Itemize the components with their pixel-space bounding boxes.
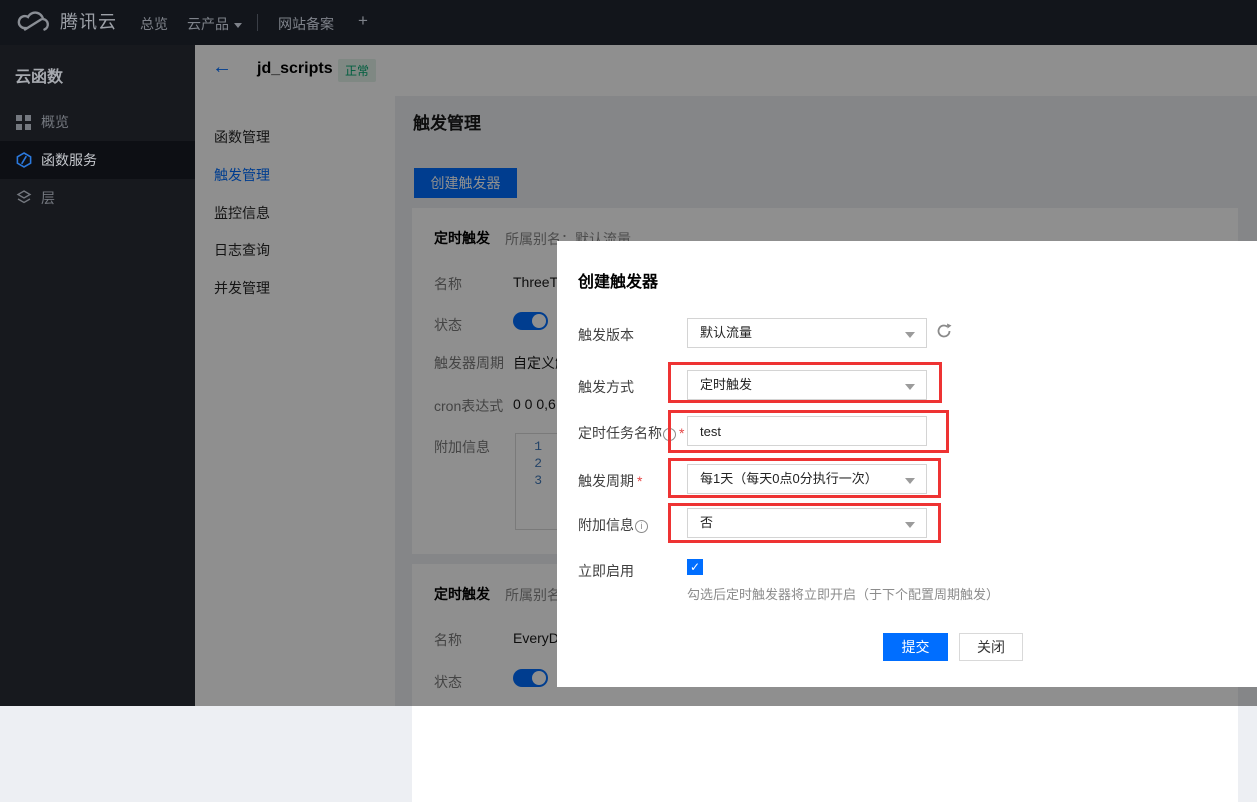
trigger-cycle-value: 每1天（每天0点0分执行一次） xyxy=(700,471,878,486)
required-asterisk: * xyxy=(679,425,684,441)
brand-text: 腾讯云 xyxy=(60,8,117,34)
nav-divider xyxy=(257,14,258,31)
sidebar-item-label: 概览 xyxy=(41,112,69,132)
chevron-down-icon xyxy=(234,23,242,28)
top-navbar: 腾讯云 总览 云产品 网站备案 + xyxy=(0,0,1257,45)
enable-now-checkbox[interactable]: ✓ xyxy=(687,559,703,575)
nav-item-overview[interactable]: 总览 xyxy=(140,14,168,34)
submit-button[interactable]: 提交 xyxy=(883,633,948,661)
modal-title: 创建触发器 xyxy=(578,268,658,292)
extra-info-value: 否 xyxy=(700,515,713,530)
trigger-version-value: 默认流量 xyxy=(700,325,752,340)
sidebar-item-overview[interactable]: 概览 xyxy=(0,103,195,141)
nav-item-icp[interactable]: 网站备案 xyxy=(278,14,334,34)
sidebar-item-layers[interactable]: 层 xyxy=(0,179,195,217)
tencent-cloud-logo[interactable]: 腾讯云 xyxy=(16,8,117,34)
trigger-cycle-select[interactable]: 每1天（每天0点0分执行一次） xyxy=(687,464,927,494)
info-icon: i xyxy=(635,520,648,533)
scf-icon xyxy=(16,152,32,168)
extra-info-label: 附加信息i xyxy=(578,515,648,535)
sidebar-item-label: 层 xyxy=(41,188,55,208)
sidebar-title: 云函数 xyxy=(15,63,63,87)
chevron-down-icon xyxy=(905,384,915,390)
layers-icon xyxy=(16,190,32,206)
trigger-cycle-label: 触发周期* xyxy=(578,471,642,491)
trigger-method-select[interactable]: 定时触发 xyxy=(687,370,927,400)
trigger-version-select[interactable]: 默认流量 xyxy=(687,318,927,348)
cloud-icon xyxy=(16,9,50,34)
nav-item-products[interactable]: 云产品 xyxy=(187,14,242,34)
required-asterisk: * xyxy=(637,473,642,489)
refresh-icon[interactable] xyxy=(935,322,953,345)
enable-now-label: 立即启用 xyxy=(578,561,634,581)
sidebar-item-label: 函数服务 xyxy=(41,150,97,170)
task-name-label: 定时任务名称i* xyxy=(578,423,684,443)
chevron-down-icon xyxy=(905,478,915,484)
info-icon: i xyxy=(663,428,676,441)
close-button[interactable]: 关闭 xyxy=(959,633,1023,661)
product-sidebar: 云函数 概览 函数服务 层 xyxy=(0,45,195,706)
grid-icon xyxy=(16,114,32,130)
task-name-input[interactable] xyxy=(687,416,927,446)
chevron-down-icon xyxy=(905,332,915,338)
trigger-version-label: 触发版本 xyxy=(578,325,634,345)
nav-add-tab-button[interactable]: + xyxy=(358,11,368,31)
sidebar-item-function-service[interactable]: 函数服务 xyxy=(0,141,195,179)
create-trigger-modal: 创建触发器 触发版本 默认流量 触发方式 定时触发 定时任务名称i* 触发周期*… xyxy=(557,241,1257,687)
extra-info-select[interactable]: 否 xyxy=(687,508,927,538)
trigger-method-label: 触发方式 xyxy=(578,377,634,397)
enable-helper-text: 勾选后定时触发器将立即开启（于下个配置周期触发） xyxy=(687,584,999,603)
chevron-down-icon xyxy=(905,522,915,528)
trigger-method-value: 定时触发 xyxy=(700,377,752,392)
